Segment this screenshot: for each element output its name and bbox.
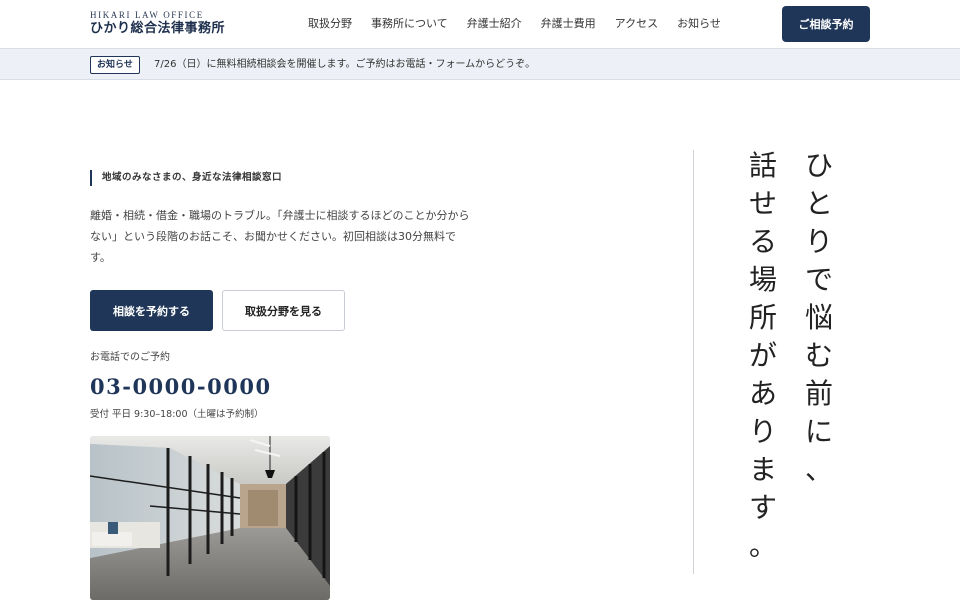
headline-char: 場 — [748, 263, 777, 296]
vertical-divider — [693, 150, 694, 574]
headline-char: り — [804, 225, 833, 258]
headline-char: 前 — [804, 377, 833, 410]
nav-item-lawyers[interactable]: 弁護士紹介 — [467, 16, 522, 32]
headline-char: ま — [748, 453, 777, 486]
consultation-booking-button[interactable]: ご相談予約 — [782, 6, 870, 42]
notice-text[interactable]: 7/26（日）に無料相続相談会を開催します。ご予約はお電話・フォームからどうぞ。 — [154, 57, 535, 73]
site-logo[interactable]: HIKARI LAW OFFICE ひかり総合法律事務所 — [90, 10, 225, 37]
headline-char: 話 — [748, 149, 777, 182]
logo-english: HIKARI LAW OFFICE — [90, 10, 204, 20]
headline-char: ひ — [804, 149, 833, 182]
headline-char: 悩 — [804, 301, 833, 334]
hero-eyebrow: 地域のみなさまの、身近な法律相談窓口 — [90, 170, 282, 186]
headline-char: る — [748, 225, 777, 258]
logo-japanese: ひかり総合法律事務所 — [90, 21, 226, 36]
nav-item-practice-areas[interactable]: 取扱分野 — [308, 16, 352, 32]
global-nav: 取扱分野 事務所について 弁護士紹介 弁護士費用 アクセス お知らせ — [308, 16, 740, 32]
headline-char: 所 — [748, 301, 777, 334]
view-practice-areas-button[interactable]: 取扱分野を見る — [222, 290, 345, 331]
nav-item-about[interactable]: 事務所について — [371, 16, 448, 32]
nav-item-fees[interactable]: 弁護士費用 — [541, 16, 596, 32]
notice-bar: お知らせ 7/26（日）に無料相続相談会を開催します。ご予約はお電話・フォームか… — [0, 48, 960, 80]
headline-char: あ — [748, 377, 777, 410]
headline-char: 、 — [804, 453, 833, 486]
site-header: HIKARI LAW OFFICE ひかり総合法律事務所 取扱分野 事務所につい… — [0, 0, 960, 48]
headline-char: と — [804, 187, 833, 220]
headline-char: 。 — [748, 529, 777, 562]
headline-char: が — [748, 339, 777, 372]
phone-label: お電話でのご予約 — [90, 352, 170, 363]
headline-char: む — [804, 339, 833, 372]
notice-badge: お知らせ — [90, 56, 140, 74]
phone-number[interactable]: 03-0000-0000 — [90, 373, 272, 401]
phone-hours: 受付 平日 9:30–18:00（土曜は予約制） — [90, 409, 264, 420]
headline-char: り — [748, 415, 777, 448]
headline-char: で — [804, 263, 833, 296]
headline-char: す — [748, 491, 777, 524]
book-consultation-button[interactable]: 相談を予約する — [90, 290, 213, 331]
nav-item-news[interactable]: お知らせ — [677, 16, 721, 32]
office-hallway-photo — [90, 436, 330, 600]
hero-headline-line1: ひとりで悩む前に、 — [797, 147, 841, 489]
headline-char: せ — [748, 187, 777, 220]
headline-char: に — [804, 415, 833, 448]
hero-headline-line2: 話せる場所があります。 — [741, 147, 785, 565]
nav-item-access[interactable]: アクセス — [615, 16, 658, 32]
hero-lead: 離婚・相続・借金・職場のトラブル。「弁護士に相談するほどのことか分からない」とい… — [90, 209, 470, 264]
